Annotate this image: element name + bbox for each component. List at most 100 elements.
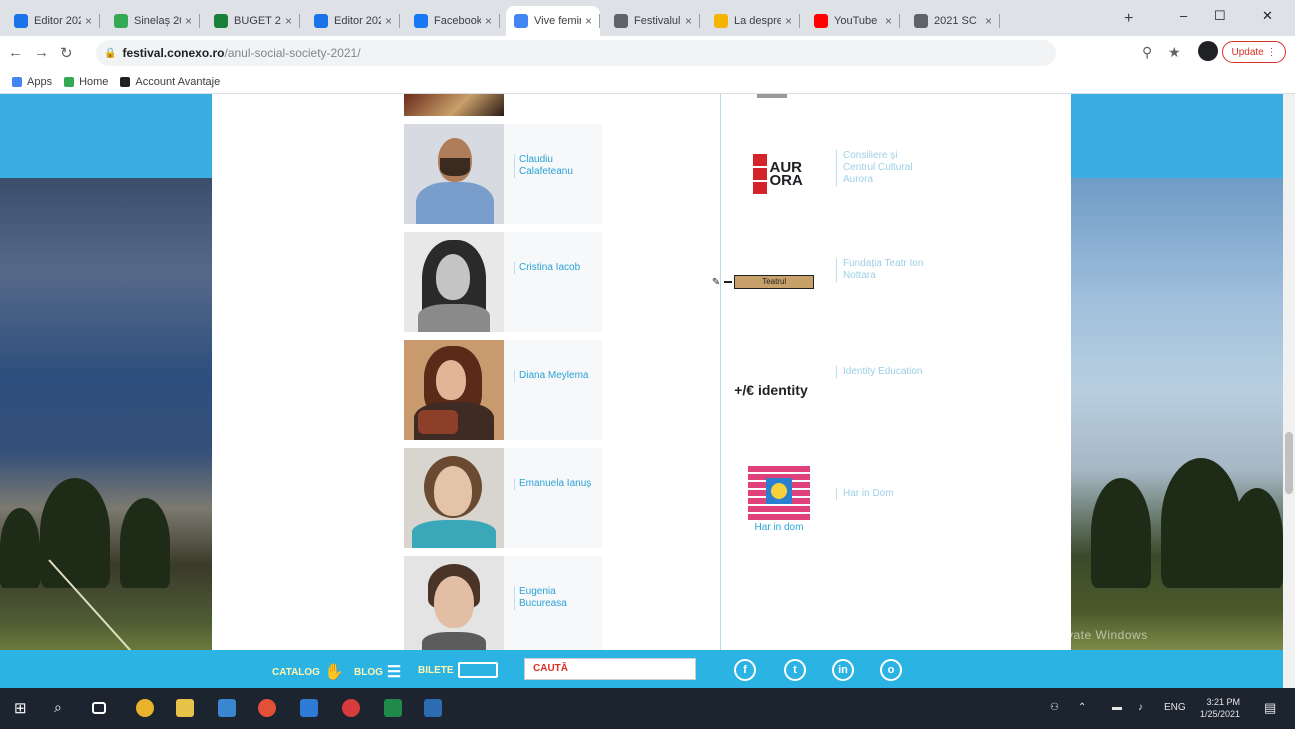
browser-tab[interactable]: La despre × [706, 6, 800, 36]
person-photo [404, 232, 504, 332]
language-indicator[interactable]: ENG [1164, 702, 1186, 713]
site-search-input[interactable]: CAUTĂ [524, 658, 696, 680]
bookmark-item[interactable]: Home [64, 76, 108, 88]
browser-tab[interactable]: Festivalul × [606, 6, 700, 36]
person-card[interactable]: Diana Meylema [404, 340, 602, 440]
translate-icon[interactable]: ⚲ [1142, 44, 1152, 61]
organization-card[interactable]: +/€ identity Identity Education [726, 340, 924, 440]
page-content: Claudiu Calafeteanu Cristina Iacob Diana… [212, 94, 1071, 650]
new-tab-button[interactable]: + [1124, 10, 1133, 28]
organization-card[interactable]: AURORA Consiliere și Centrul Cultural Au… [726, 124, 924, 224]
browser-tab[interactable]: Facebook × [406, 6, 500, 36]
page-scrollbar[interactable] [1283, 94, 1295, 688]
organization-card[interactable]: Har in dom Har in Dom [726, 448, 924, 548]
person-name[interactable]: Cristina Iacob [514, 262, 598, 274]
search-icon[interactable]: ⌕ [54, 699, 72, 717]
person-name[interactable]: Diana Meylema [514, 370, 598, 382]
twitter-icon[interactable]: t [784, 659, 806, 681]
person-card[interactable]: Emanuela Ianuș [404, 448, 602, 548]
identity-logo-text: +/€ identity [734, 382, 808, 398]
organization-name[interactable]: Consiliere și Centrul Cultural Aurora [836, 150, 926, 186]
partial-photo-card [404, 94, 504, 116]
photos-icon[interactable] [424, 699, 442, 717]
minimize-icon[interactable]: – [1180, 8, 1187, 23]
bookmark-label: Apps [27, 75, 53, 88]
volume-icon[interactable]: ♪ [1138, 702, 1143, 713]
network-icon[interactable]: ▬ [1112, 702, 1122, 713]
address-bar[interactable]: 🔒 festival.conexo.ro /anul-social-societ… [96, 40, 1056, 66]
maximize-icon[interactable]: ☐ [1214, 8, 1226, 24]
tab-close-icon[interactable]: × [785, 14, 792, 28]
tray-arrow-icon[interactable]: ⌃ [1078, 702, 1086, 713]
close-window-icon[interactable]: ✕ [1262, 8, 1273, 24]
notifications-icon[interactable]: ▤ [1264, 700, 1276, 716]
browser-tab[interactable]: BUGET 2021 × [206, 6, 300, 36]
bookmark-icon [64, 76, 75, 87]
instagram-icon[interactable]: o [880, 659, 902, 681]
tab-favicon-icon [214, 14, 228, 28]
person-card[interactable]: Claudiu Calafeteanu [404, 124, 602, 224]
catalog-link[interactable]: CATALOG ✋ [272, 662, 344, 682]
tab-close-icon[interactable]: × [585, 14, 592, 28]
header-band-left [0, 94, 212, 178]
blog-label: BLOG [354, 666, 383, 678]
organization-card[interactable]: ✎ Teatrul Fundația Teatr Ion Nottara [712, 232, 926, 332]
person-name[interactable]: Eugenia Bucureasa [514, 586, 598, 610]
tab-close-icon[interactable]: × [485, 14, 492, 28]
tab-title: Festivalul [634, 15, 681, 27]
update-button[interactable]: Update ⋮ [1222, 41, 1286, 63]
ticket-icon [457, 662, 498, 678]
browser-tab-strip: Editor 2021×Sinelaș 2018×BUGET 2021×Edit… [0, 0, 1295, 36]
tab-favicon-icon [914, 14, 928, 28]
bookmark-item[interactable]: Account Avantaje [120, 76, 220, 88]
outlook-icon[interactable] [300, 699, 318, 717]
bookmark-item[interactable]: Apps [12, 76, 52, 88]
browser-tab[interactable]: Editor 2021 × [306, 6, 400, 36]
reload-icon[interactable]: ↻ [60, 44, 73, 62]
browser-tab[interactable]: Editor 2021 × [6, 6, 100, 36]
teatrul-logo-text: Teatrul [734, 275, 815, 289]
tab-close-icon[interactable]: × [85, 14, 92, 28]
browser-tab[interactable]: Vive femin × [506, 6, 600, 36]
chrome-taskbar-icon[interactable] [136, 699, 154, 717]
profile-avatar[interactable] [1198, 41, 1218, 61]
browser-tab[interactable]: YouTube × [806, 6, 900, 36]
tab-close-icon[interactable]: × [385, 14, 392, 28]
bilete-link[interactable]: BILETE [418, 662, 498, 678]
tab-close-icon[interactable]: × [185, 14, 192, 28]
back-icon[interactable]: ← [8, 44, 23, 61]
organization-name[interactable]: Har in Dom [836, 488, 926, 500]
bookmark-star-icon[interactable]: ★ [1168, 44, 1181, 61]
browser-tab[interactable]: Sinelaș 2018 × [106, 6, 200, 36]
identity-logo: +/€ identity [726, 358, 816, 422]
tab-favicon-icon [714, 14, 728, 28]
menu-lines-icon: ☰ [386, 664, 402, 681]
task-view-icon[interactable] [92, 702, 106, 714]
tab-close-icon[interactable]: × [885, 14, 892, 28]
person-name[interactable]: Claudiu Calafeteanu [514, 154, 598, 178]
har-in-dom-logo-text: Har in dom [754, 521, 804, 533]
file-explorer-icon[interactable] [176, 699, 194, 717]
organization-name[interactable]: Identity Education [836, 366, 926, 378]
word-icon[interactable] [218, 699, 236, 717]
tray-person-icon[interactable]: ⚇ [1050, 702, 1059, 713]
tab-close-icon[interactable]: × [985, 14, 992, 28]
browser-tab[interactable]: 2021 SC × [906, 6, 1000, 36]
firefox-icon[interactable] [258, 699, 276, 717]
person-name[interactable]: Emanuela Ianuș [514, 478, 598, 490]
linkedin-icon[interactable]: in [832, 659, 854, 681]
facebook-icon[interactable]: f [734, 659, 756, 681]
person-card[interactable]: Eugenia Bucureasa [404, 556, 602, 650]
tab-close-icon[interactable]: × [285, 14, 292, 28]
windows-start-icon[interactable]: ⊞ [14, 699, 32, 717]
forward-icon[interactable]: → [34, 44, 49, 61]
person-card[interactable]: Cristina Iacob [404, 232, 602, 332]
clock[interactable]: 3:21 PM 1/25/2021 [1200, 696, 1240, 720]
tab-close-icon[interactable]: × [685, 14, 692, 28]
scrollbar-thumb[interactable] [1285, 432, 1293, 494]
blog-link[interactable]: BLOG ☰ [354, 662, 401, 682]
opera-icon[interactable] [342, 699, 360, 717]
bookmark-icon [12, 76, 22, 87]
organization-name[interactable]: Fundația Teatr Ion Nottara [836, 258, 926, 282]
excel-icon[interactable] [384, 699, 402, 717]
